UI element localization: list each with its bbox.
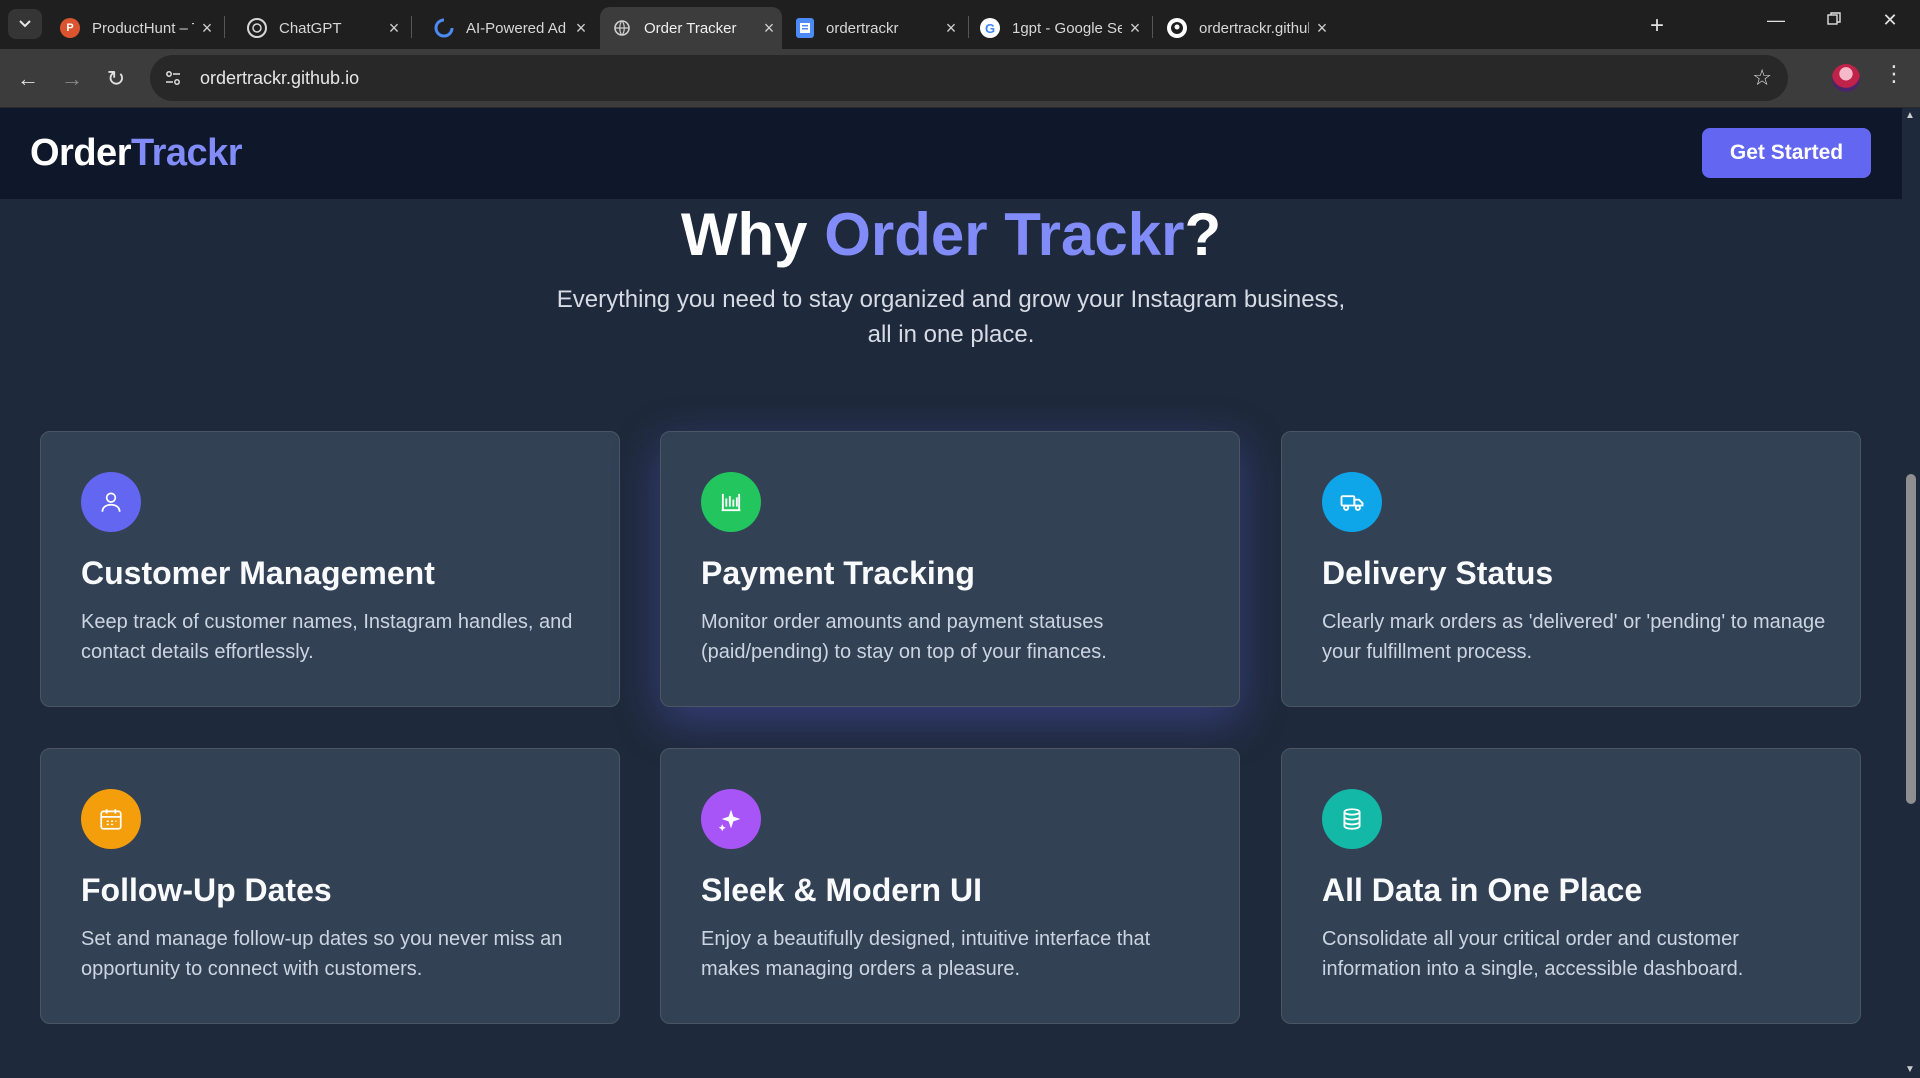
tab-divider — [411, 16, 412, 38]
more-options-icon[interactable]: ⋮ — [1880, 61, 1908, 87]
browser-tab-order-tracker[interactable]: Order Tracker × — [600, 7, 782, 49]
close-tab-icon[interactable]: × — [381, 18, 407, 39]
site-header: OrderTrackr Get Started — [0, 108, 1902, 199]
forward-arrow-icon[interactable]: → — [56, 63, 88, 95]
feature-title: All Data in One Place — [1322, 872, 1643, 908]
delivery-truck-icon — [1322, 472, 1382, 532]
loading-spinner-icon — [434, 18, 454, 38]
bookmark-star-icon[interactable]: ☆ — [1752, 65, 1772, 91]
chatgpt-icon — [247, 18, 267, 38]
scroll-down-arrow-icon[interactable]: ▼ — [1905, 1064, 1915, 1075]
close-window-icon[interactable]: ✕ — [1870, 10, 1910, 31]
feature-description: Clearly mark orders as 'delivered' or 'p… — [1322, 611, 1826, 663]
get-started-button[interactable]: Get Started — [1702, 128, 1871, 178]
feature-card-customer-management: Customer Management Keep track of custom… — [40, 431, 620, 707]
producthunt-icon: P — [60, 18, 80, 38]
browser-tab-producthunt[interactable]: P ProductHunt – The b × — [48, 7, 220, 49]
feature-description: Monitor order amounts and payment status… — [701, 611, 1107, 663]
browser-tab-chatgpt[interactable]: ChatGPT × — [235, 7, 407, 49]
feature-title: Payment Tracking — [701, 555, 975, 591]
feature-description: Set and manage follow-up dates so you ne… — [81, 928, 563, 980]
scrollbar-thumb[interactable] — [1906, 474, 1916, 804]
close-tab-icon[interactable]: × — [756, 18, 782, 39]
feature-card-sleek-modern-ui: Sleek & Modern UI Enjoy a beautifully de… — [660, 748, 1240, 1024]
tab-divider — [224, 16, 225, 38]
browser-tabstrip: P ProductHunt – The b × ChatGPT × AI-Pow… — [0, 0, 1920, 49]
tab-divider — [1152, 16, 1153, 38]
feature-description: Consolidate all your critical order and … — [1322, 928, 1744, 980]
section-subtitle: Everything you need to stay organized an… — [556, 286, 1346, 348]
browser-tab-ad-campaign[interactable]: AI-Powered Ad Cam × — [422, 7, 594, 49]
browser-tab-github[interactable]: ordertrackr.github.io × — [1155, 7, 1335, 49]
feature-title: Follow-Up Dates — [81, 872, 332, 908]
feature-card-delivery-status: Delivery Status Clearly mark orders as '… — [1281, 431, 1861, 707]
minimize-icon[interactable]: — — [1756, 10, 1796, 31]
profile-avatar[interactable] — [1832, 64, 1860, 92]
feature-card-all-data: All Data in One Place Consolidate all yo… — [1281, 748, 1861, 1024]
feature-card-follow-up-dates: Follow-Up Dates Set and manage follow-up… — [40, 748, 620, 1024]
restore-icon[interactable] — [1814, 10, 1854, 31]
document-icon — [796, 18, 814, 38]
feature-description: Enjoy a beautifully designed, intuitive … — [701, 928, 1151, 980]
page-viewport: OrderTrackr Get Started Why Order Trackr… — [0, 108, 1920, 1078]
browser-toolbar: ← → ↻ ordertrackr.github.io ☆ ⋮ — [0, 49, 1920, 108]
close-tab-icon[interactable]: × — [1122, 18, 1148, 39]
browser-tab-ordertrackr[interactable]: ordertrackr × — [784, 7, 964, 49]
user-icon — [81, 472, 141, 532]
google-icon: G — [980, 18, 1000, 38]
close-tab-icon[interactable]: × — [568, 18, 594, 39]
browser-tab-google-search[interactable]: G 1gpt - Google Search × — [968, 7, 1148, 49]
section-title: Why Order Trackr? — [680, 201, 1222, 268]
address-bar[interactable]: ordertrackr.github.io ☆ — [150, 55, 1788, 101]
close-tab-icon[interactable]: × — [194, 18, 220, 39]
site-logo[interactable]: OrderTrackr — [30, 132, 243, 175]
payment-icon — [701, 472, 761, 532]
feature-title: Sleek & Modern UI — [701, 872, 982, 908]
close-tab-icon[interactable]: × — [1309, 18, 1335, 39]
new-tab-button[interactable]: + — [1650, 12, 1664, 40]
url-text[interactable]: ordertrackr.github.io — [200, 68, 359, 89]
back-arrow-icon[interactable]: ← — [12, 63, 44, 95]
feature-title: Customer Management — [81, 555, 435, 591]
feature-description: Keep track of customer names, Instagram … — [81, 611, 573, 663]
globe-icon — [612, 18, 632, 38]
close-tab-icon[interactable]: × — [938, 18, 964, 39]
tab-search-button[interactable] — [8, 9, 42, 39]
sparkle-icon — [701, 789, 761, 849]
github-icon — [1167, 18, 1187, 38]
feature-card-payment-tracking: Payment Tracking Monitor order amounts a… — [660, 431, 1240, 707]
reload-icon[interactable]: ↻ — [100, 63, 132, 95]
calendar-icon — [81, 789, 141, 849]
chevron-down-icon — [19, 20, 31, 28]
database-icon — [1322, 789, 1382, 849]
site-settings-icon[interactable] — [156, 61, 190, 95]
scroll-up-arrow-icon[interactable]: ▲ — [1905, 110, 1915, 121]
feature-title: Delivery Status — [1322, 555, 1554, 591]
